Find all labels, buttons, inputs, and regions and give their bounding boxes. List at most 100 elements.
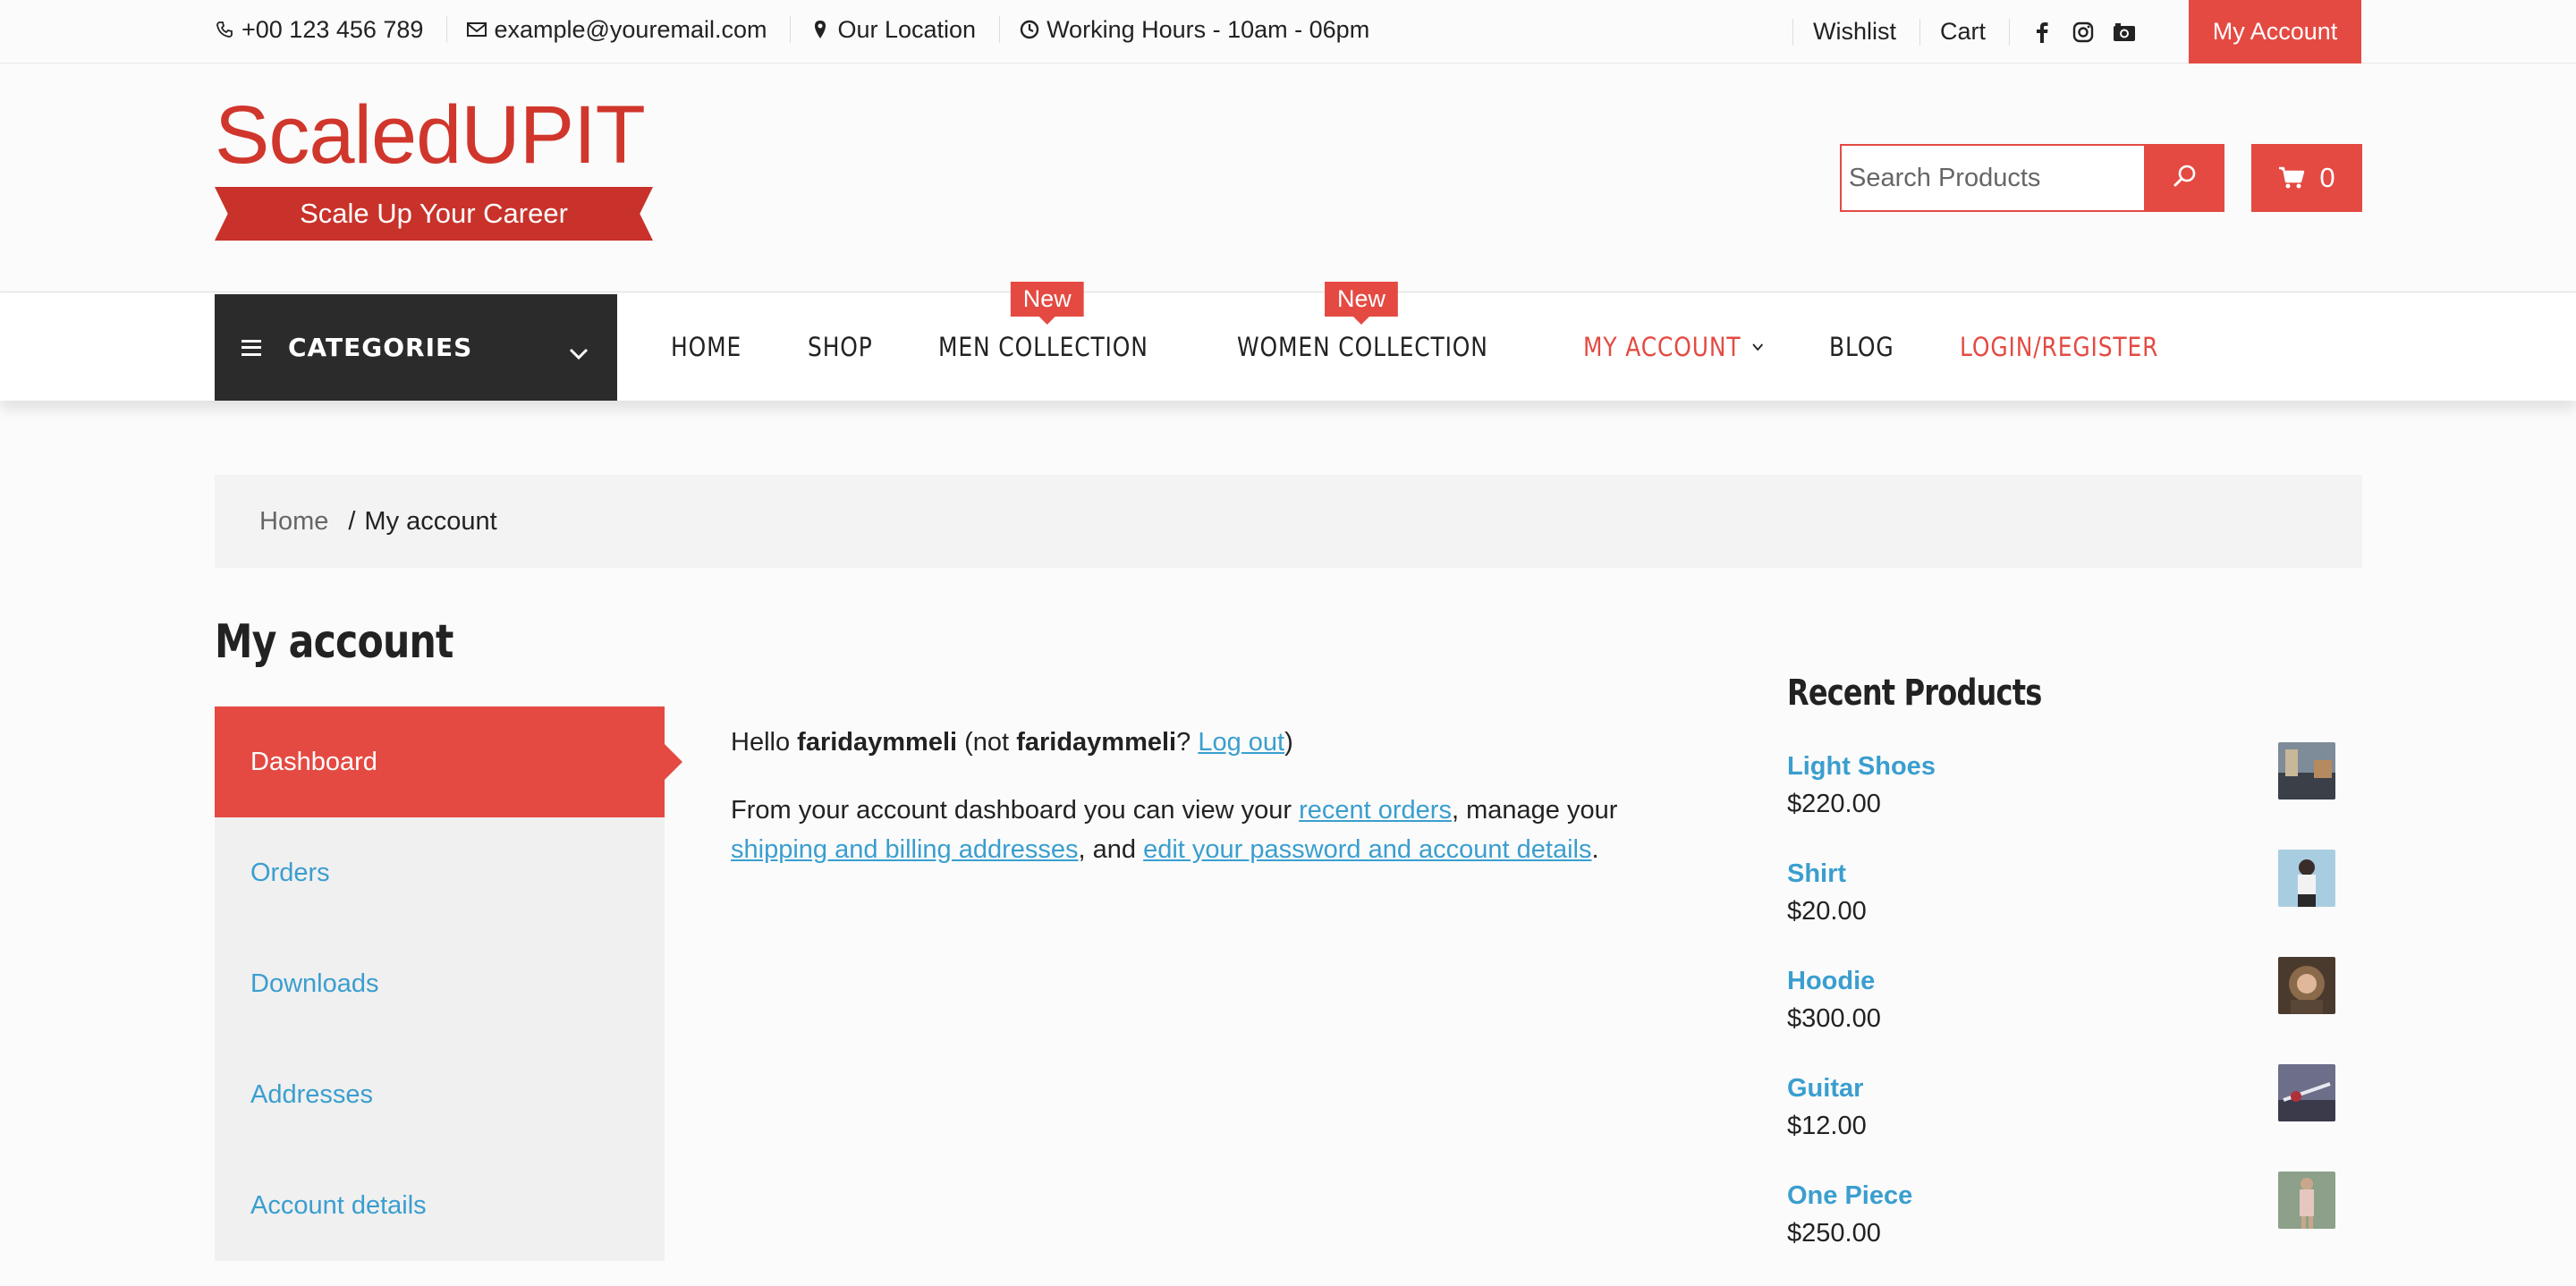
product-price: $300.00	[1787, 1004, 1881, 1033]
menu-icon	[242, 339, 261, 356]
product-price: $220.00	[1787, 790, 1881, 818]
categories-dropdown[interactable]: CATEGORIES	[215, 294, 617, 401]
account-nav-downloads[interactable]: Downloads	[215, 928, 665, 1039]
camera-icon[interactable]	[2112, 20, 2137, 45]
location-text: Our Location	[837, 15, 977, 43]
breadcrumb-home[interactable]: Home	[259, 507, 328, 537]
hours-text: Working Hours - 10am - 06pm	[1046, 15, 1370, 43]
account-nav-dashboard[interactable]: Dashboard	[215, 706, 682, 817]
my-account-button[interactable]: My Account	[2189, 0, 2361, 63]
product-price: $20.00	[1787, 897, 1867, 926]
recent-products-widget: Recent Products Light Shoes $220.00 Shir…	[1787, 673, 2335, 1286]
nav-women-collection[interactable]: New WOMEN COLLECTION	[1237, 281, 1488, 362]
product-item: Guitar $12.00	[1787, 1064, 2335, 1179]
envelope-icon	[467, 20, 487, 39]
recent-orders-link[interactable]: recent orders	[1299, 796, 1452, 825]
nav-blog-label: BLOG	[1829, 331, 1894, 362]
header-cart-button[interactable]: 0	[2251, 144, 2362, 212]
manage-text: , manage your	[1451, 796, 1618, 825]
chevron-down-icon	[1752, 343, 1765, 351]
product-thumbnail[interactable]	[2278, 957, 2335, 1014]
phone-text: +00 123 456 789	[242, 15, 424, 43]
chevron-down-icon	[569, 337, 589, 367]
nav-blog[interactable]: BLOG	[1829, 332, 1894, 362]
close-paren: )	[1284, 728, 1293, 757]
nav-my-account[interactable]: MY ACCOUNT	[1583, 332, 1764, 362]
product-thumbnail[interactable]	[2278, 850, 2335, 907]
clock-icon	[1020, 20, 1039, 39]
nav-home-label: HOME	[671, 331, 742, 362]
product-name-link[interactable]: Shirt	[1787, 857, 2335, 891]
product-name-link[interactable]: Light Shoes	[1787, 749, 2335, 783]
not-text: (not	[964, 728, 1010, 757]
product-item: Hoodie $300.00	[1787, 957, 2335, 1071]
search-button[interactable]	[2146, 144, 2224, 212]
nav-shop-label: SHOP	[807, 331, 873, 362]
search-form	[1840, 144, 2224, 212]
logo-title: ScaledUPIT	[215, 89, 646, 181]
new-badge: New	[1324, 281, 1398, 325]
nav-login-register[interactable]: LOGIN/REGISTER	[1960, 332, 2158, 362]
cart-icon	[2278, 166, 2305, 190]
nav-my-account-label: MY ACCOUNT	[1583, 331, 1741, 362]
and-text: , and	[1078, 835, 1137, 864]
dashboard-content: Hello faridaymmeli (not faridaymmeli? Lo…	[731, 723, 1661, 898]
email-info: example@youremail.com	[467, 15, 792, 43]
contact-info: +00 123 456 789 example@youremail.com Ou…	[215, 0, 1412, 59]
product-name-link[interactable]: One Piece	[1787, 1179, 2335, 1213]
logo-tagline: Scale Up Your Career	[215, 187, 653, 241]
product-price: $250.00	[1787, 1219, 1881, 1248]
greeting-paragraph: Hello faridaymmeli (not faridaymmeli? Lo…	[731, 723, 1661, 762]
account-nav-orders[interactable]: Orders	[215, 817, 665, 928]
search-input[interactable]	[1840, 144, 2146, 212]
product-item: Light Shoes $220.00	[1787, 742, 2335, 857]
product-thumbnail[interactable]	[2278, 1172, 2335, 1229]
email-text: example@youremail.com	[494, 15, 767, 43]
widget-title: Recent Products	[1787, 673, 2042, 714]
intro-text: From your account dashboard you can view…	[731, 796, 1292, 825]
product-thumbnail[interactable]	[2278, 1064, 2335, 1121]
page-title: My account	[215, 615, 453, 669]
hours-info: Working Hours - 10am - 06pm	[1020, 16, 1393, 43]
account-nav-addresses[interactable]: Addresses	[215, 1039, 665, 1150]
main-navigation: CATEGORIES HOME SHOP New MEN COLLECTION …	[0, 281, 2576, 401]
search-icon	[2173, 164, 2198, 193]
top-bar: +00 123 456 789 example@youremail.com Ou…	[0, 0, 2576, 63]
account-details-link[interactable]: edit your password and account details	[1143, 835, 1591, 864]
breadcrumb-current: My account	[364, 506, 497, 536]
phone-info: +00 123 456 789	[215, 15, 448, 43]
nav-home[interactable]: HOME	[671, 332, 741, 362]
cart-count: 0	[2319, 162, 2335, 193]
addresses-link[interactable]: shipping and billing addresses	[731, 835, 1079, 864]
product-name-link[interactable]: Hoodie	[1787, 964, 2335, 998]
greeting-text: Hello	[731, 728, 791, 757]
nav-menu: HOME SHOP New MEN COLLECTION New WOMEN C…	[671, 281, 2245, 401]
categories-label: CATEGORIES	[288, 333, 473, 362]
breadcrumb-separator: /	[348, 506, 356, 536]
username: faridaymmeli	[797, 728, 958, 757]
account-navigation: Dashboard Orders Downloads Addresses Acc…	[215, 706, 682, 1261]
logout-link[interactable]: Log out	[1198, 728, 1284, 757]
site-logo[interactable]: ScaledUPIT Scale Up Your Career	[215, 90, 653, 241]
map-marker-icon	[810, 20, 830, 39]
product-item: Shirt $20.00	[1787, 850, 2335, 964]
username-repeat: faridaymmeli	[1016, 728, 1177, 757]
account-nav-account-details[interactable]: Account details	[215, 1150, 665, 1261]
dashboard-intro: From your account dashboard you can view…	[731, 791, 1661, 869]
site-header: ScaledUPIT Scale Up Your Career 0	[0, 63, 2576, 292]
product-item: One Piece $250.00	[1787, 1172, 2335, 1286]
social-links	[2009, 18, 2153, 46]
product-name-link[interactable]: Guitar	[1787, 1071, 2335, 1105]
nav-men-collection[interactable]: New MEN COLLECTION	[938, 281, 1148, 362]
wishlist-link[interactable]: Wishlist	[1792, 18, 1919, 46]
facebook-icon[interactable]	[2029, 20, 2055, 45]
cart-link[interactable]: Cart	[1919, 18, 2009, 46]
nav-shop[interactable]: SHOP	[808, 332, 873, 362]
period-text: .	[1591, 835, 1599, 864]
new-badge: New	[1010, 281, 1084, 325]
nav-login-register-label: LOGIN/REGISTER	[1959, 331, 2158, 362]
product-thumbnail[interactable]	[2278, 742, 2335, 800]
instagram-icon[interactable]	[2071, 20, 2096, 45]
top-links: Wishlist Cart My Account	[1792, 0, 2361, 63]
breadcrumb: Home / My account	[215, 475, 2362, 568]
